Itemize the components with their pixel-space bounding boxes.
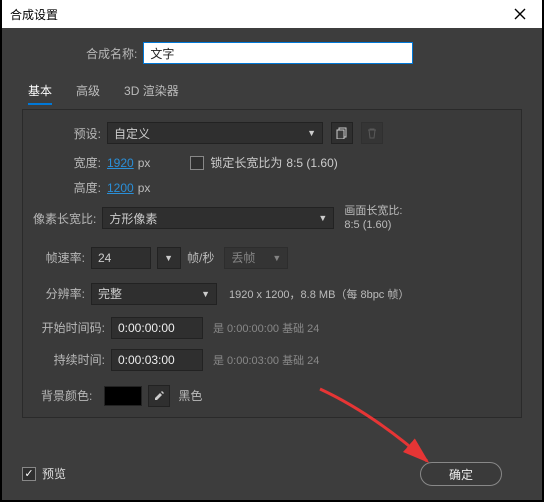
chevron-down-icon: ▼ <box>307 128 316 138</box>
frame-aspect-label: 画面长宽比: <box>344 204 402 218</box>
comp-name-label: 合成名称: <box>86 45 137 62</box>
resolution-label: 分辨率: <box>41 285 85 302</box>
dialog-title: 合成设置 <box>10 6 506 23</box>
start-tc-input[interactable] <box>111 317 203 339</box>
height-label: 高度: <box>67 179 101 196</box>
fps-value: 24 <box>98 251 111 265</box>
start-tc-label: 开始时间码: <box>33 319 105 336</box>
width-label: 宽度: <box>67 154 101 171</box>
ok-button[interactable]: 确定 <box>420 462 502 486</box>
preview-label: 预览 <box>42 465 66 482</box>
chevron-down-icon: ▼ <box>164 253 173 263</box>
basic-panel: 预设: 自定义 ▼ 宽度: 1920 px <box>22 109 522 418</box>
eyedropper-icon <box>153 390 165 402</box>
tab-3d-renderer[interactable]: 3D 渲染器 <box>124 82 179 105</box>
bg-color-label: 背景颜色: <box>41 387 92 404</box>
par-select[interactable]: 方形像素 ▼ <box>102 207 334 229</box>
width-unit: px <box>138 156 151 170</box>
height-value[interactable]: 1200 <box>107 181 134 195</box>
lock-aspect-ratio: 8:5 (1.60) <box>286 156 337 170</box>
par-value: 方形像素 <box>109 210 157 227</box>
width-value[interactable]: 1920 <box>107 156 134 170</box>
bg-color-swatch[interactable] <box>104 386 142 406</box>
preview-checkbox[interactable] <box>22 467 36 481</box>
close-icon <box>514 8 526 20</box>
lock-aspect-checkbox[interactable] <box>190 156 204 170</box>
fps-input[interactable]: 24 <box>91 247 151 269</box>
comp-name-input[interactable] <box>143 42 413 64</box>
save-preset-icon <box>336 127 348 139</box>
duration-label: 持续时间: <box>33 351 105 368</box>
preset-label: 预设: <box>67 125 101 142</box>
trash-icon <box>366 127 378 139</box>
delete-preset-button <box>361 122 383 144</box>
resolution-value: 完整 <box>98 285 122 302</box>
height-unit: px <box>138 181 151 195</box>
tab-advanced[interactable]: 高级 <box>76 82 100 105</box>
duration-input[interactable] <box>111 349 203 371</box>
eyedropper-button[interactable] <box>148 385 170 407</box>
ok-label: 确定 <box>449 466 473 483</box>
save-preset-button[interactable] <box>331 122 353 144</box>
chevron-down-icon: ▼ <box>318 213 327 223</box>
lock-aspect-label: 锁定长宽比为 <box>210 154 282 171</box>
drop-frame-value: 丢帧 <box>231 249 255 266</box>
preset-value: 自定义 <box>114 125 150 142</box>
resolution-select[interactable]: 完整 ▼ <box>91 283 217 305</box>
fps-dropdown-button[interactable]: ▼ <box>157 247 181 269</box>
fps-label: 帧速率: <box>41 249 85 266</box>
resolution-info: 1920 x 1200，8.8 MB（每 8bpc 帧） <box>229 286 409 302</box>
frame-aspect-value: 8:5 (1.60) <box>344 218 402 232</box>
duration-info: 是 0:00:03:00 基础 24 <box>213 352 319 368</box>
start-tc-info: 是 0:00:00:00 基础 24 <box>213 320 319 336</box>
bg-color-name: 黑色 <box>178 387 202 404</box>
par-label: 像素长宽比: <box>33 210 96 227</box>
tab-bar: 基本 高级 3D 渲染器 <box>28 82 522 105</box>
chevron-down-icon: ▼ <box>272 253 281 263</box>
drop-frame-select: 丢帧 ▼ <box>224 247 288 269</box>
preset-select[interactable]: 自定义 ▼ <box>107 122 323 144</box>
close-button[interactable] <box>506 0 534 28</box>
titlebar: 合成设置 <box>2 0 542 28</box>
fps-unit: 帧/秒 <box>187 249 214 266</box>
chevron-down-icon: ▼ <box>201 289 210 299</box>
tab-basic[interactable]: 基本 <box>28 82 52 105</box>
